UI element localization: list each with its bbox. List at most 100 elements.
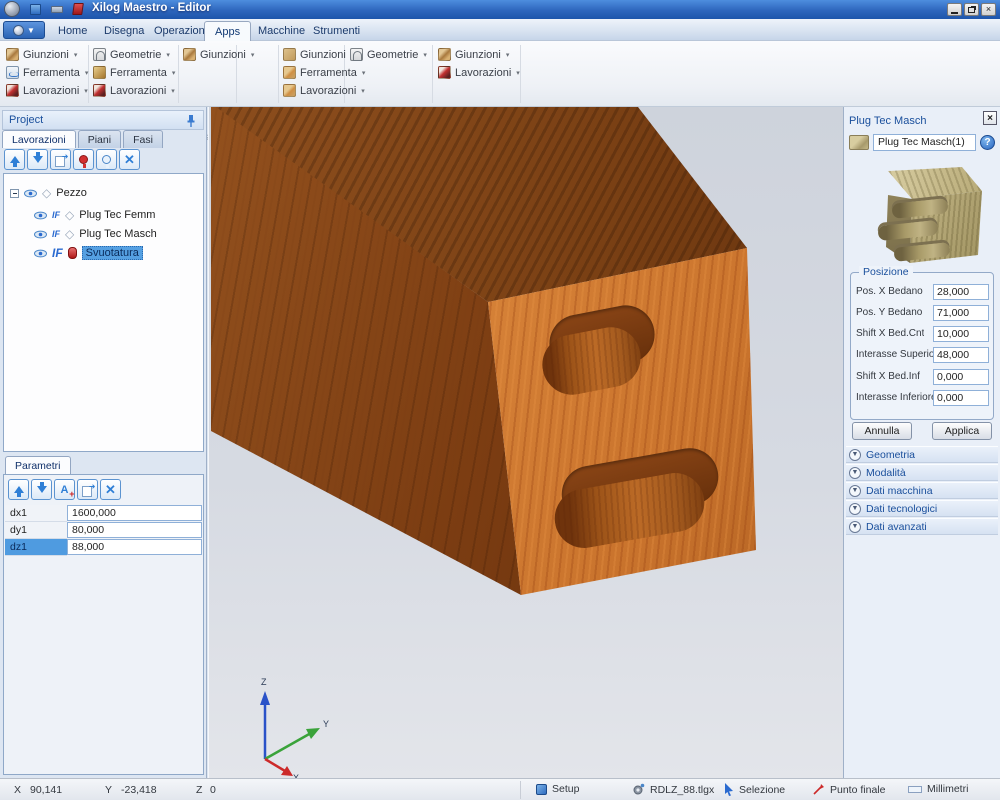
status-selezione[interactable]: Selezione [724,783,785,796]
disable-button[interactable] [73,149,94,170]
shift-x-bed-cnt-input[interactable] [933,326,989,342]
ribbon-item-giunzioni[interactable]: Giunzioni ▾ [438,46,509,63]
param-row-dz1[interactable]: dz1 [5,539,202,556]
operation-name-input[interactable] [873,134,976,151]
ribbon-item-lavorazioni[interactable]: Lavorazioni ▾ [283,82,365,99]
ribbon-item-ferramenta[interactable]: Ferramenta ▾ [6,64,88,81]
giunzioni-icon [438,48,451,61]
section-geometria[interactable]: ▼ Geometria [846,446,998,463]
ribbon-item-giunzioni[interactable]: Giunzioni ▾ [6,46,77,63]
app-logo-icon[interactable] [4,1,20,17]
plot-button[interactable] [49,2,64,16]
status-millimetri[interactable]: Millimetri [908,783,968,795]
diamond-icon: ◇ [65,228,74,240]
coord-x-value: 90,141 [30,784,62,796]
ribbon-item-ferramenta[interactable]: Ferramenta ▾ [283,64,365,81]
param-export-button[interactable] [77,479,98,500]
dropdown-arrow-icon: ▾ [362,69,366,77]
param-down-button[interactable] [31,479,52,500]
status-setup[interactable]: Setup [536,783,579,795]
ribbon-item-lavorazioni[interactable]: Lavorazioni ▾ [93,82,175,99]
window-controls: × [947,3,996,16]
param-row-dx1[interactable]: dx1 [5,505,202,522]
red-bulb-icon [79,155,88,164]
interasse-inferiore-input[interactable] [933,390,989,406]
param-row-dy1[interactable]: dy1 [5,522,202,539]
restore-button[interactable] [964,3,979,16]
move-up-button[interactable] [4,149,25,170]
group-separator [520,45,521,103]
status-file[interactable]: RDLZ_88.tlgx [632,783,714,796]
shift-x-bed-inf-input[interactable] [933,369,989,385]
enable-button[interactable] [96,149,117,170]
window-title: Xilog Maestro - Editor [92,2,211,14]
export-button[interactable] [50,149,71,170]
tab-parametri[interactable]: Parametri [5,456,71,474]
tree-row-pezzo[interactable]: ◇ Pezzo [10,184,87,202]
geometrie-icon [350,48,363,61]
close-panel-button[interactable]: × [983,111,997,125]
tab-strumenti[interactable]: Strumenti [303,21,370,41]
tab-lavorazioni[interactable]: Lavorazioni [2,130,76,148]
applica-button[interactable]: Applica [932,422,992,440]
eye-icon[interactable] [34,230,47,239]
field-pos-x-bedano: Pos. X Bedano [856,283,989,300]
dy1-input[interactable] [67,522,202,538]
interasse-superiore-input[interactable] [933,347,989,363]
dropdown-arrow-icon: ▾ [172,69,176,77]
eye-icon[interactable] [34,211,47,220]
axis-y-label: Y [323,719,329,729]
add-parameter-icon: A [61,484,69,496]
pin-icon[interactable] [185,114,197,128]
minimize-button[interactable] [947,3,962,16]
ferramenta-icon [93,66,106,79]
collapse-icon[interactable] [10,189,19,198]
eye-icon[interactable] [24,189,37,198]
param-up-button[interactable] [8,479,29,500]
eye-icon[interactable] [34,249,47,258]
annulla-button[interactable]: Annulla [852,422,912,440]
dropdown-arrow-icon: ▾ [506,51,510,59]
ribbon-item-lavorazioni[interactable]: Lavorazioni ▾ [438,64,520,81]
status-punto-finale[interactable]: Punto finale [812,783,885,796]
dz1-input[interactable] [67,539,202,555]
ribbon-item-giunzioni[interactable]: Giunzioni ▾ [283,46,354,63]
section-dati-tecnologici[interactable]: ▼ Dati tecnologici [846,500,998,517]
viewport-3d[interactable]: Z Y X [208,107,843,778]
report-button[interactable] [70,2,85,16]
project-tabs: Lavorazioni Piani Fasi [2,130,165,148]
add-parameter-button[interactable]: A [54,479,75,500]
ribbon-item-ferramenta[interactable]: Ferramenta ▾ [93,64,175,81]
close-window-button[interactable]: × [981,3,996,16]
param-delete-button[interactable]: ✕ [100,479,121,500]
setup-icon [536,784,547,795]
pos-x-bedano-input[interactable] [933,284,989,300]
tab-home[interactable]: Home [48,21,97,41]
group-separator [432,45,433,103]
help-button[interactable]: ? [980,135,995,150]
tree-row-plug-tec-femm[interactable]: IF ◇ Plug Tec Femm [34,206,155,224]
preview-image [858,157,988,273]
delete-button[interactable]: ✕ [119,149,140,170]
tree-row-plug-tec-masch[interactable]: IF ◇ Plug Tec Masch [34,225,157,243]
export-icon [55,154,67,166]
pocketing-tool-icon [68,247,77,259]
section-dati-avanzati[interactable]: ▼ Dati avanzati [846,518,998,535]
tab-apps[interactable]: Apps [204,21,251,41]
dropdown-arrow-icon: ▾ [171,87,175,95]
save-button[interactable] [28,2,43,16]
pos-y-bedano-input[interactable] [933,305,989,321]
tab-fasi[interactable]: Fasi [123,130,163,148]
ribbon-item-geometrie[interactable]: Geometrie ▾ [93,46,170,63]
blue-bulb-icon [102,155,111,164]
application-menu-button[interactable]: ▼ [3,21,45,39]
tree-row-svuotatura[interactable]: IF Svuotatura [34,244,143,262]
section-dati-macchina[interactable]: ▼ Dati macchina [846,482,998,499]
ribbon-item-geometrie[interactable]: Geometrie ▾ [350,46,427,63]
dx1-input[interactable] [67,505,202,521]
ribbon-item-giunzioni[interactable]: Giunzioni ▾ [183,46,254,63]
tab-piani[interactable]: Piani [78,130,121,148]
move-down-button[interactable] [27,149,48,170]
ribbon-item-lavorazioni[interactable]: Lavorazioni ▾ [6,82,88,99]
section-modalita[interactable]: ▼ Modalità [846,464,998,481]
